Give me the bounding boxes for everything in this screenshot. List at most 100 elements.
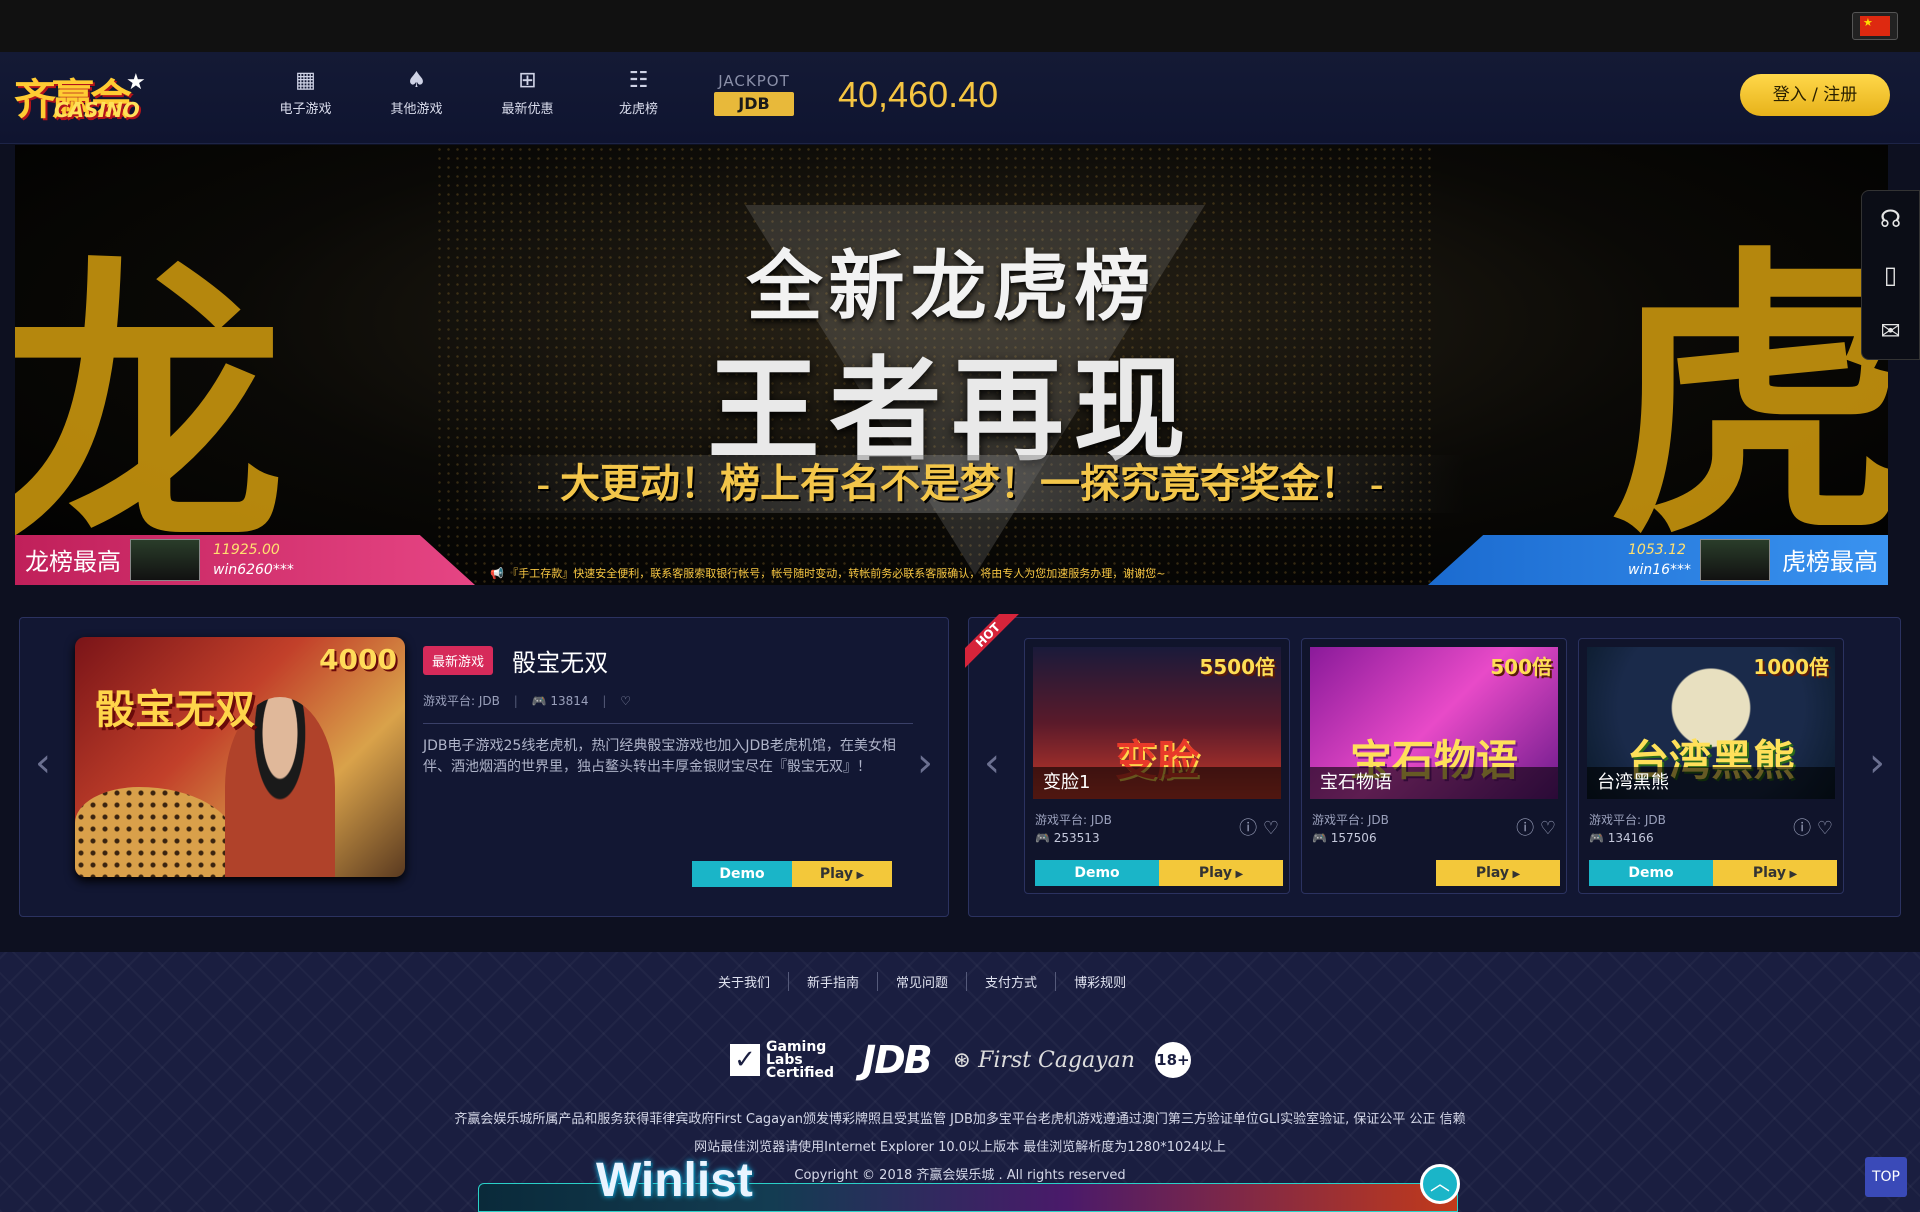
gli-text: Gaming Labs Certified: [766, 1038, 835, 1081]
info-icon[interactable]: ⓘ: [1793, 818, 1811, 839]
multiplier-badge: 1000倍: [1753, 655, 1829, 679]
footer-link-about[interactable]: 关于我们: [700, 972, 790, 991]
login-register-button[interactable]: 登入 / 注册: [1740, 74, 1890, 116]
heart-icon[interactable]: ♡: [620, 694, 631, 708]
footer: 关于我们 新手指南 常见问题 支付方式 博彩规则 ✓ Gaming Labs C…: [0, 952, 1920, 1212]
nav-label: 龙虎榜: [618, 102, 658, 117]
hot-label: HOT: [965, 614, 1025, 672]
play-button[interactable]: Play: [1436, 860, 1560, 886]
nav-item-leaderboard[interactable]: ☷ 龙虎榜: [583, 62, 694, 117]
dragon-rank-amount: 11925.00: [213, 542, 280, 558]
hot-ribbon: HOT: [965, 614, 1025, 674]
customer-service-icon[interactable]: ☊: [1862, 191, 1919, 247]
cards-icon: ♠: [406, 68, 427, 93]
featured-buttons: Demo Play: [692, 861, 892, 887]
chevron-up-icon[interactable]: ︿: [1420, 1164, 1460, 1204]
ticker-text: 『手工存款』快速安全便利，联系客服索取银行帐号，帐号随时变动，转帐前务必联系客服…: [507, 567, 1166, 580]
next-arrow-icon[interactable]: ›: [1864, 738, 1890, 788]
leopard-art: [75, 787, 235, 877]
demo-button-placeholder: [1312, 860, 1436, 886]
game-card[interactable]: 500倍 宝石物语 宝石物语 游戏平台: JDB 🎮 157506 ⓘ ♡ Pl…: [1301, 638, 1567, 894]
featured-game-name: 骰宝无双: [512, 649, 609, 677]
tiger-rank-bar: 1053.12 win16*** 虎榜最高: [1428, 535, 1888, 585]
demo-button[interactable]: Demo: [1035, 860, 1159, 886]
dragon-rank-user: win6260***: [213, 562, 294, 578]
heart-icon[interactable]: ♡: [1263, 818, 1279, 839]
gamepad-icon: 🎮: [1589, 831, 1608, 845]
play-button[interactable]: Play: [1713, 860, 1837, 886]
age-18-badge: 18+: [1154, 1042, 1191, 1078]
demo-button[interactable]: Demo: [692, 861, 792, 887]
game-card[interactable]: 1000倍 台湾黑熊 台湾黑熊 游戏平台: JDB 🎮 134166 ⓘ ♡ D…: [1578, 638, 1844, 894]
divider: |: [513, 694, 518, 708]
nav-label: 电子游戏: [279, 102, 332, 117]
announcement-ticker[interactable]: 📢 『手工存款』快速安全便利，联系客服索取银行帐号，帐号随时变动，转帐前务必联系…: [490, 565, 1390, 581]
prev-arrow-icon[interactable]: ‹: [30, 738, 56, 788]
divider: |: [602, 694, 607, 708]
footer-link-payment[interactable]: 支付方式: [967, 972, 1057, 991]
winlist-title: Winlist: [596, 1154, 753, 1207]
multiplier-badge: 500倍: [1490, 655, 1552, 679]
play-count-value: 157506: [1330, 831, 1377, 845]
platform-label: 游戏平台: JDB: [1035, 813, 1112, 827]
card-buttons: Demo Play: [1589, 860, 1837, 886]
featured-game-panel: ‹ 骰宝无双 4000 最新游戏 骰宝无双 游戏平台: JDB | 🎮 1381…: [19, 617, 949, 917]
star-icon: ★: [126, 70, 146, 95]
top-bar: [0, 0, 1920, 52]
play-count: 🎮 253513: [1035, 831, 1100, 845]
site-logo[interactable]: 齐赢会 CASINO ★: [14, 64, 184, 128]
info-icon[interactable]: ⓘ: [1516, 818, 1534, 839]
platform-label: 游戏平台: JDB: [1589, 813, 1666, 827]
nav-label: 最新优惠: [501, 102, 554, 117]
footer-link-rules[interactable]: 博彩规则: [1056, 972, 1144, 991]
first-cagayan-text: First Cagayan: [978, 1047, 1135, 1073]
footer-link-guide[interactable]: 新手指南: [789, 972, 879, 991]
play-button[interactable]: Play: [1159, 860, 1283, 886]
tiger-rank-title: 虎榜最高: [1782, 548, 1878, 576]
nav-item-slots[interactable]: ▦ 电子游戏: [250, 62, 361, 117]
game-name: 宝石物语: [1310, 767, 1558, 799]
nav-label: 其他游戏: [390, 102, 443, 117]
card-icons: ⓘ ♡: [1239, 814, 1279, 840]
next-arrow-icon[interactable]: ›: [912, 738, 938, 788]
mobile-icon[interactable]: ▯: [1862, 247, 1919, 303]
jackpot-label: JACKPOT: [718, 72, 790, 90]
card-buttons: Demo Play: [1035, 860, 1283, 886]
banner-subtitle: - 大更动！榜上有名不是梦！一探究竟夺奖金！ -: [455, 455, 1465, 513]
play-count-value: 253513: [1053, 831, 1100, 845]
hero-banner[interactable]: 龙 虎 全新龙虎榜 王者再现 - 大更动！榜上有名不是梦！一探究竟夺奖金！ - …: [15, 145, 1888, 585]
info-icon[interactable]: ⓘ: [1239, 818, 1257, 839]
featured-description: JDB电子游戏25线老虎机，热门经典骰宝游戏也加入JDB老虎机馆，在美女相伴、酒…: [423, 723, 913, 778]
play-button[interactable]: Play: [792, 861, 892, 887]
footer-link-faq[interactable]: 常见问题: [878, 972, 968, 991]
platform-label: 游戏平台: JDB: [423, 694, 500, 708]
multiplier-badge: 5500倍: [1199, 655, 1275, 679]
featured-info: 最新游戏 骰宝无双 游戏平台: JDB | 🎮 13814 | ♡ JDB电子游…: [423, 643, 913, 778]
gamepad-icon: 🎮: [531, 694, 547, 708]
thumb-multiplier: 4000: [319, 643, 397, 676]
heart-icon[interactable]: ♡: [1817, 818, 1833, 839]
gli-logo: ✓ Gaming Labs Certified: [730, 1038, 840, 1081]
play-count: 🎮 134166: [1589, 831, 1654, 845]
featured-game-thumbnail[interactable]: 骰宝无双 4000: [75, 637, 405, 877]
footer-license-text: 齐赢会娱乐城所属产品和服务获得菲律宾政府First Cagayan颁发博彩牌照且…: [454, 1112, 1466, 1127]
back-to-top-button[interactable]: TOP: [1865, 1157, 1907, 1197]
nav-item-other-games[interactable]: ♠ 其他游戏: [361, 62, 472, 117]
china-flag-icon: [1860, 16, 1890, 36]
language-flag-china[interactable]: [1852, 12, 1898, 40]
slot-machine-icon: ▦: [295, 68, 316, 93]
game-name: 变脸1: [1033, 767, 1281, 799]
card-buttons: Play: [1312, 860, 1560, 886]
jackpot-amount: 40,460.40: [838, 74, 999, 115]
jdb-logo: JDB: [862, 1038, 933, 1082]
heart-icon[interactable]: ♡: [1540, 818, 1556, 839]
gamepad-icon: 🎮: [1035, 831, 1054, 845]
demo-button[interactable]: Demo: [1589, 860, 1713, 886]
footer-copyright: Copyright © 2018 齐赢会娱乐城 . All rights res…: [794, 1168, 1126, 1183]
mail-icon[interactable]: ✉: [1862, 303, 1919, 359]
prev-arrow-icon[interactable]: ‹: [979, 738, 1005, 788]
game-card[interactable]: 5500倍 变脸 变脸1 游戏平台: JDB 🎮 253513 ⓘ ♡ Demo…: [1024, 638, 1290, 894]
logo-text-en: CASINO: [54, 98, 140, 122]
footer-browser-text: 网站最佳浏览器请使用Internet Explorer 10.0以上版本 最佳浏…: [694, 1140, 1226, 1155]
nav-item-promotions[interactable]: ⊞ 最新优惠: [472, 62, 583, 117]
